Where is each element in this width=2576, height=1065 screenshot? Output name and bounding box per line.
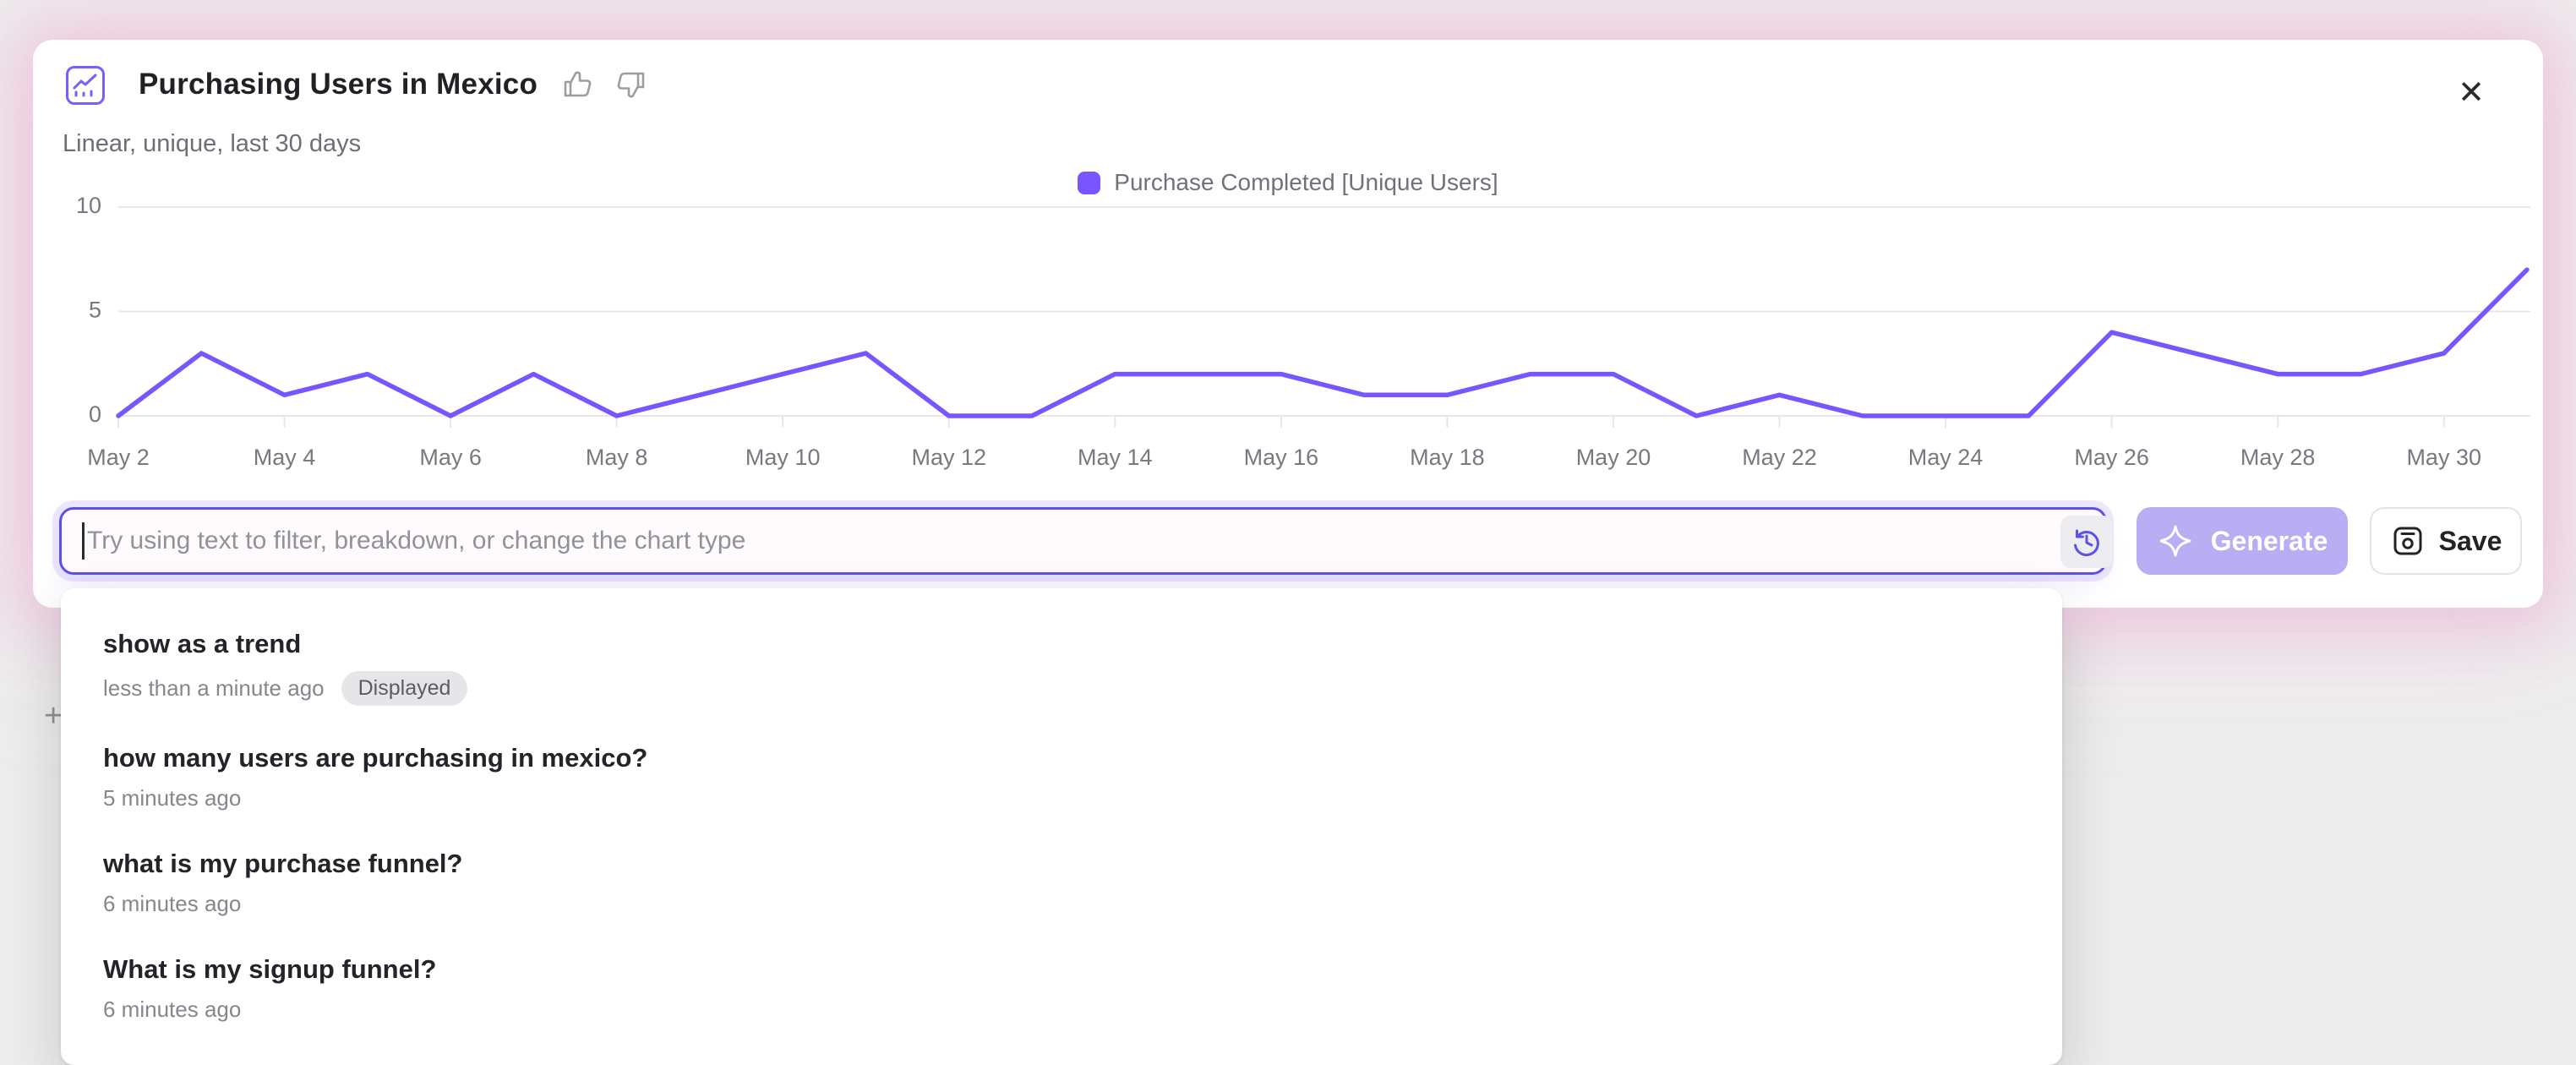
close-button[interactable]: ✕ — [2448, 69, 2495, 117]
mouse-cursor: + — [44, 698, 63, 735]
history-button[interactable] — [2060, 516, 2113, 568]
svg-text:May 22: May 22 — [1742, 445, 1817, 470]
history-item-time: 6 minutes ago — [103, 997, 241, 1023]
svg-text:May 24: May 24 — [1908, 445, 1984, 470]
insights-chart-icon — [66, 66, 105, 105]
history-dropdown: show as a trend less than a minute ago D… — [61, 588, 2062, 1065]
page: Purchasing Users in Mexico Linear, uniqu… — [0, 0, 2576, 1045]
history-item[interactable]: What is my signup funnel? 6 minutes ago — [61, 936, 2062, 1041]
history-item-title: what is my purchase funnel? — [103, 849, 2020, 879]
history-item-time: 5 minutes ago — [103, 785, 241, 811]
history-item[interactable]: show as a trend less than a minute ago D… — [61, 610, 2062, 724]
history-item-title: What is my signup funnel? — [103, 954, 2020, 985]
chart-subtitle: Linear, unique, last 30 days — [63, 130, 361, 158]
history-item[interactable]: how many users are purchasing in mexico?… — [61, 724, 2062, 830]
close-icon: ✕ — [2458, 75, 2485, 111]
generate-button[interactable]: Generate — [2137, 507, 2348, 575]
svg-text:May 14: May 14 — [1078, 445, 1153, 470]
svg-text:May 16: May 16 — [1244, 445, 1319, 470]
svg-text:10: 10 — [76, 193, 101, 218]
svg-text:May 4: May 4 — [254, 445, 316, 470]
svg-text:May 12: May 12 — [911, 445, 986, 470]
legend-swatch — [1078, 172, 1100, 194]
generate-label: Generate — [2211, 526, 2328, 557]
sparkle-icon — [2157, 522, 2194, 560]
svg-text:May 18: May 18 — [1410, 445, 1485, 470]
svg-text:May 8: May 8 — [586, 445, 648, 470]
thumbs-up-icon — [559, 68, 593, 101]
svg-text:May 10: May 10 — [745, 445, 821, 470]
svg-text:5: 5 — [89, 298, 101, 323]
thumbs-down-icon — [615, 68, 649, 101]
history-item[interactable]: what is my purchase funnel? 6 minutes ag… — [61, 830, 2062, 936]
history-icon — [2069, 524, 2104, 560]
card-header: Purchasing Users in Mexico Linear, uniqu… — [61, 63, 2515, 164]
chart-legend: Purchase Completed [Unique Users] — [34, 169, 2542, 196]
ai-prompt-input[interactable] — [59, 507, 2107, 575]
save-button[interactable]: Save — [2370, 507, 2522, 575]
svg-text:May 2: May 2 — [87, 445, 150, 470]
thumbs-down-button[interactable] — [615, 68, 649, 101]
history-item-title: show as a trend — [103, 629, 2020, 659]
svg-text:May 26: May 26 — [2074, 445, 2149, 470]
ai-chart-card: Purchasing Users in Mexico Linear, uniqu… — [34, 41, 2542, 607]
text-cursor — [82, 522, 85, 560]
svg-text:May 20: May 20 — [1576, 445, 1651, 470]
page-title: Purchasing Users in Mexico — [139, 68, 538, 101]
legend-label: Purchase Completed [Unique Users] — [1114, 169, 1498, 196]
svg-text:May 28: May 28 — [2240, 445, 2316, 470]
history-item-title: how many users are purchasing in mexico? — [103, 743, 2020, 773]
save-label: Save — [2439, 526, 2502, 557]
history-item-time: 6 minutes ago — [103, 891, 241, 917]
svg-text:May 30: May 30 — [2406, 445, 2481, 470]
thumbs-up-button[interactable] — [559, 68, 593, 101]
save-icon — [2390, 523, 2426, 559]
svg-text:0: 0 — [89, 401, 101, 427]
svg-text:May 6: May 6 — [419, 445, 482, 470]
legend-item-purchase-completed[interactable]: Purchase Completed [Unique Users] — [1078, 169, 1498, 196]
history-item-time: less than a minute ago — [103, 675, 325, 702]
displayed-badge: Displayed — [341, 671, 468, 706]
